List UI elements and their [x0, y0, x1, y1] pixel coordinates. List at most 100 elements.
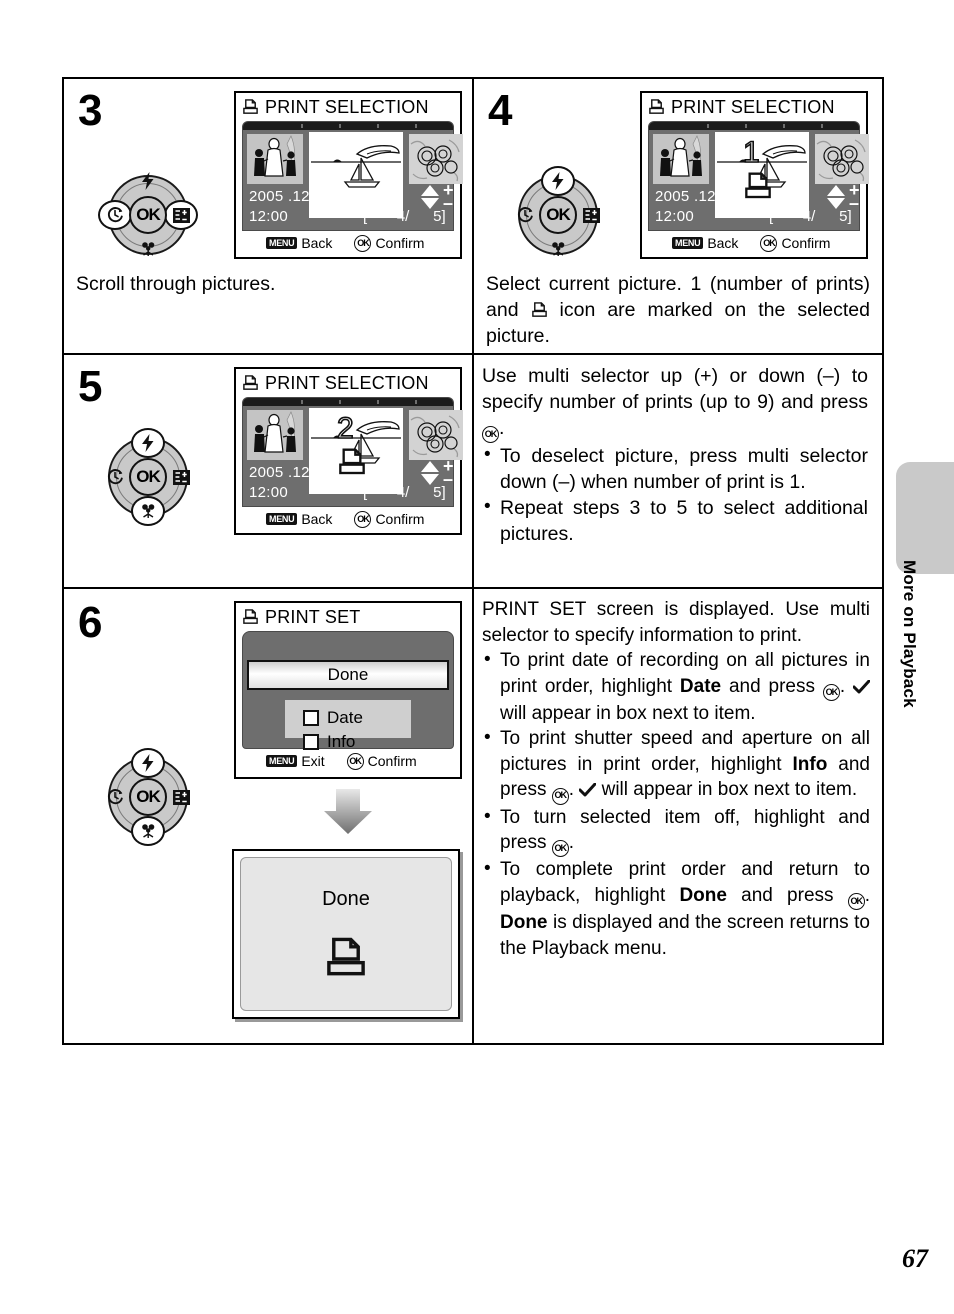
ok-key-badge: OK	[551, 787, 569, 805]
flash-button[interactable]	[131, 428, 165, 458]
menu-key-badge: MENU	[266, 755, 298, 767]
screen-title: PRINT SELECTION	[265, 96, 429, 117]
print-set-screen: PRINT SET Done Date Info MENU Exit OK Co…	[234, 601, 462, 779]
printer-icon	[243, 374, 258, 390]
triangle-up-icon	[421, 461, 439, 472]
self-timer-icon	[517, 207, 533, 223]
camera-screen: PRINT SELECTION	[234, 367, 463, 535]
thumbnail-current: 1	[715, 132, 809, 218]
photo-date: 2005 .12 .01	[655, 188, 743, 205]
multi-selector-dial[interactable]: OK	[98, 166, 198, 264]
step-6-bullets: To print date of recording on all pictur…	[482, 647, 871, 961]
step-5-caption: Use multi selector up (+) or down (–) to…	[482, 363, 868, 547]
exposure-compensation-button[interactable]	[574, 200, 608, 230]
prints-adjust-indicator: + –	[421, 457, 454, 488]
macro-button[interactable]	[131, 816, 165, 846]
counter-close-bracket: ]	[847, 208, 852, 225]
thumbnail-next	[409, 134, 463, 184]
screen-title-bar: PRINT SET	[236, 603, 460, 631]
prints-adjust-indicator: + –	[421, 181, 454, 212]
menu-item-done[interactable]: Done	[247, 660, 449, 690]
ok-button[interactable]: OK	[129, 458, 167, 496]
frame-counter: [ 4/ 5]	[769, 208, 852, 225]
flash-icon	[142, 754, 154, 772]
flash-icon	[142, 172, 154, 190]
exposure-compensation-button[interactable]	[164, 200, 198, 230]
counter-close-bracket: ]	[441, 208, 446, 225]
counter-current: 4/	[396, 208, 410, 225]
step-3-caption: Scroll through pictures.	[76, 271, 456, 297]
checkbox-date[interactable]	[303, 710, 319, 726]
flowers-photo-icon	[409, 134, 463, 184]
multi-selector-dial[interactable]: OK	[508, 166, 608, 264]
flash-button[interactable]	[131, 166, 165, 196]
step-5-intro: Use multi selector up (+) or down (–) to…	[482, 363, 868, 443]
print-set-options: Date Info	[285, 700, 411, 751]
ok-button[interactable]: OK	[539, 196, 577, 234]
ok-key-badge: OK	[551, 840, 569, 858]
flowers-photo-icon	[409, 410, 463, 460]
self-timer-button[interactable]	[98, 782, 132, 812]
macro-button[interactable]	[131, 496, 165, 526]
checkbox-info[interactable]	[303, 734, 319, 750]
ok-button[interactable]: OK	[129, 196, 167, 234]
flash-button[interactable]	[541, 166, 575, 196]
photo-time: 12:00	[249, 484, 289, 501]
flash-icon	[552, 172, 564, 190]
screen-footer: MENU Back OK Confirm	[236, 231, 460, 255]
flash-button[interactable]	[131, 748, 165, 778]
screen-footer: MENU Back OK Confirm	[642, 231, 866, 255]
ok-button[interactable]: OK	[129, 778, 167, 816]
ok-key-badge: OK	[354, 234, 372, 252]
menu-item-date-label: Date	[327, 708, 363, 727]
counter-current: 4/	[802, 208, 816, 225]
ok-key-badge: OK	[847, 893, 865, 910]
self-timer-button[interactable]	[508, 200, 542, 230]
menu-key-label: Back	[707, 235, 739, 251]
printer-icon	[327, 937, 365, 975]
camera-screen: PRINT SELECTION	[640, 91, 869, 259]
section-tab-label: More on Playback	[900, 560, 919, 708]
screen-body: 1 + – 2005 .12 .01 12:00 [4/ 5]	[648, 121, 869, 231]
print-mark-icon	[339, 448, 365, 475]
checkmark-icon	[578, 782, 597, 797]
self-timer-button[interactable]	[98, 200, 132, 230]
step-row-5: 5 OK PRINT SELECTION 2 + – 2005 .12 .01 …	[64, 357, 882, 589]
counter-total: 5	[433, 208, 442, 225]
triangle-up-icon	[827, 185, 845, 196]
menu-key-label: Exit	[301, 753, 325, 769]
list-item: To print date of recording on all pictur…	[482, 647, 871, 726]
screen-title-bar: PRINT SELECTION	[236, 93, 460, 121]
ok-key-label: Confirm	[375, 511, 425, 527]
down-arrow-icon	[324, 789, 372, 834]
print-set-body: Done Date Info	[242, 631, 454, 751]
frame-counter: [ 4/ 5]	[363, 208, 446, 225]
page-number: 67	[902, 1244, 928, 1273]
multi-selector-dial[interactable]: OK	[98, 748, 198, 846]
menu-item-date[interactable]: Date	[303, 706, 411, 730]
macro-button[interactable]	[131, 234, 165, 264]
triangle-up-icon	[421, 185, 439, 196]
step-number: 3	[78, 86, 103, 135]
photo-date: 2005 .12 .01	[249, 464, 337, 481]
screen-top-bar	[243, 122, 453, 130]
multi-selector-dial[interactable]: OK	[98, 428, 198, 526]
screen-body: 2 + – 2005 .12 .01 12:00 [4/ 5]	[242, 397, 463, 507]
self-timer-button[interactable]	[98, 462, 132, 492]
thumbnail-current	[309, 132, 403, 218]
screen-top-bar	[649, 122, 859, 130]
macro-button[interactable]	[541, 234, 575, 264]
counter-close-bracket: ]	[441, 484, 446, 501]
menu-key-label: Back	[301, 511, 333, 527]
macro-flower-icon	[141, 824, 154, 838]
step-5-intro-text: Use multi selector up (+) or down (–) to…	[482, 365, 868, 413]
list-item: To complete print order and return to pl…	[482, 856, 870, 961]
step-5-intro-period: .	[499, 417, 505, 439]
list-item: To turn selected item off, highlight and…	[482, 804, 870, 858]
screen-footer: MENU Back OK Confirm	[236, 507, 460, 531]
exposure-compensation-button[interactable]	[164, 462, 198, 492]
menu-item-info[interactable]: Info	[303, 730, 411, 754]
exposure-compensation-button[interactable]	[164, 782, 198, 812]
counter-total: 5	[839, 208, 848, 225]
printer-icon	[531, 302, 547, 317]
